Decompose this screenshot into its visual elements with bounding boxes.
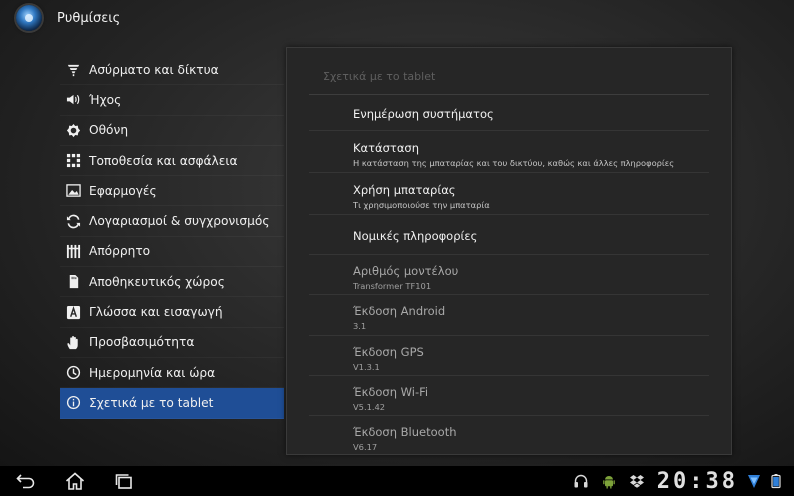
row-summary: Τι χρησιμοποιούσε την μπαταρία bbox=[353, 200, 490, 210]
sidebar-item-accessibility[interactable]: Προσβασιμότητα bbox=[60, 328, 284, 358]
privacy-icon bbox=[66, 244, 81, 259]
sidebar-item-location-security[interactable]: Τοποθεσία και ασφάλεια bbox=[60, 146, 284, 177]
sidebar-item-apps[interactable]: Εφαρμογές bbox=[60, 176, 284, 207]
status-area[interactable]: 20:38 bbox=[563, 466, 786, 496]
dropbox-icon bbox=[627, 471, 647, 491]
row-title: Αριθμός μοντέλου bbox=[353, 264, 459, 278]
row-title: Έκδοση Wi-Fi bbox=[353, 385, 429, 399]
sidebar-item-label: Προσβασιμότητα bbox=[89, 335, 195, 350]
display-icon bbox=[66, 123, 81, 138]
settings-app-icon[interactable] bbox=[16, 5, 42, 31]
row-title: Έκδοση Bluetooth bbox=[353, 425, 457, 439]
sidebar-item-label: Ημερομηνία και ώρα bbox=[89, 365, 216, 380]
row-summary: V6.17 bbox=[353, 442, 378, 452]
row-summary: V1.3.1 bbox=[353, 362, 380, 372]
battery-icon bbox=[766, 471, 786, 491]
sidebar-item-label: Γλώσσα και εισαγωγή bbox=[89, 305, 223, 320]
wifi-signal-icon bbox=[744, 471, 764, 491]
system-update-row[interactable]: Ενημέρωση συστήματος bbox=[309, 95, 709, 131]
recent-apps-icon[interactable] bbox=[109, 466, 139, 496]
sidebar-item-label: Εφαρμογές bbox=[89, 183, 157, 198]
android-version-row: Έκδοση Android 3.1 bbox=[309, 295, 709, 336]
row-title: Χρήση μπαταρίας bbox=[353, 183, 456, 197]
row-title: Έκδοση GPS bbox=[353, 345, 424, 359]
system-bar: 20:38 bbox=[0, 466, 794, 496]
clock-icon bbox=[66, 365, 81, 380]
row-title: Νομικές πληροφορίες bbox=[353, 229, 478, 243]
accessibility-icon bbox=[66, 335, 81, 350]
battery-use-row[interactable]: Χρήση μπαταρίας Τι χρησιμοποιούσε την μπ… bbox=[309, 173, 709, 215]
headphones-icon bbox=[571, 471, 591, 491]
sidebar-item-date-time[interactable]: Ημερομηνία και ώρα bbox=[60, 358, 284, 389]
apps-icon bbox=[66, 183, 81, 198]
info-icon bbox=[66, 395, 81, 410]
row-title: Ενημέρωση συστήματος bbox=[353, 107, 494, 121]
row-summary: V5.1.42 bbox=[353, 402, 386, 412]
model-number-row: Αριθμός μοντέλου Transformer TF101 bbox=[309, 255, 709, 295]
sidebar-item-label: Ήχος bbox=[89, 92, 122, 107]
status-row[interactable]: Κατάσταση Η κατάσταση της μπαταρίας και … bbox=[309, 131, 709, 173]
app-title: Ρυθμίσεις bbox=[57, 10, 121, 26]
clock-readout: 20:38 bbox=[656, 468, 738, 494]
sidebar-item-label: Λογαριασμοί & συγχρονισμός bbox=[89, 214, 270, 229]
sidebar-item-accounts-sync[interactable]: Λογαριασμοί & συγχρονισμός bbox=[60, 206, 284, 237]
bluetooth-version-row: Έκδοση Bluetooth V6.17 bbox=[309, 416, 709, 454]
sidebar-item-label: Ασύρματο και δίκτυα bbox=[89, 62, 219, 77]
storage-icon bbox=[66, 274, 81, 289]
sidebar-item-language-input[interactable]: Γλώσσα και εισαγωγή bbox=[60, 297, 284, 328]
language-icon bbox=[66, 305, 81, 320]
android-debug-icon bbox=[599, 471, 619, 491]
panel-header: Σχετικά με το tablet bbox=[309, 58, 709, 95]
sidebar-item-label: Σχετικά με το tablet bbox=[89, 395, 214, 410]
settings-app: Ρυθμίσεις Ασύρματο και δίκτυα Ήχος Οθόνη… bbox=[0, 0, 794, 466]
legal-info-row[interactable]: Νομικές πληροφορίες bbox=[309, 215, 709, 255]
home-icon[interactable] bbox=[60, 466, 90, 496]
sidebar-item-about-tablet[interactable]: Σχετικά με το tablet bbox=[60, 388, 284, 419]
row-summary: Transformer TF101 bbox=[353, 281, 432, 291]
sidebar-item-storage[interactable]: Αποθηκευτικός χώρος bbox=[60, 267, 284, 298]
back-icon[interactable] bbox=[11, 466, 41, 496]
row-summary: 3.1 bbox=[353, 321, 367, 331]
sidebar-item-sound[interactable]: Ήχος bbox=[60, 85, 284, 116]
sidebar-item-label: Τοποθεσία και ασφάλεια bbox=[89, 153, 238, 168]
row-title: Έκδοση Android bbox=[353, 304, 446, 318]
row-title: Κατάσταση bbox=[353, 141, 419, 155]
sidebar-item-label: Οθόνη bbox=[89, 123, 129, 138]
gps-version-row: Έκδοση GPS V1.3.1 bbox=[309, 336, 709, 376]
title-bar: Ρυθμίσεις bbox=[0, 0, 794, 36]
row-summary: Η κατάσταση της μπαταρίας και του δικτύο… bbox=[353, 158, 675, 168]
sidebar-item-privacy[interactable]: Απόρρητο bbox=[60, 237, 284, 268]
about-tablet-panel: Σχετικά με το tablet Ενημέρωση συστήματο… bbox=[286, 47, 732, 455]
sidebar-item-display[interactable]: Οθόνη bbox=[60, 116, 284, 146]
location-icon bbox=[66, 153, 81, 168]
sound-icon bbox=[66, 92, 81, 107]
sidebar-item-wireless[interactable]: Ασύρματο και δίκτυα bbox=[60, 55, 284, 86]
wifi-version-row: Έκδοση Wi-Fi V5.1.42 bbox=[309, 376, 709, 416]
wifi-icon bbox=[66, 62, 81, 77]
sidebar-item-label: Αποθηκευτικός χώρος bbox=[89, 274, 225, 289]
sync-icon bbox=[66, 214, 81, 229]
sidebar-item-label: Απόρρητο bbox=[89, 244, 151, 259]
settings-sidebar: Ασύρματο και δίκτυα Ήχος Οθόνη Τοποθεσία… bbox=[60, 55, 284, 419]
